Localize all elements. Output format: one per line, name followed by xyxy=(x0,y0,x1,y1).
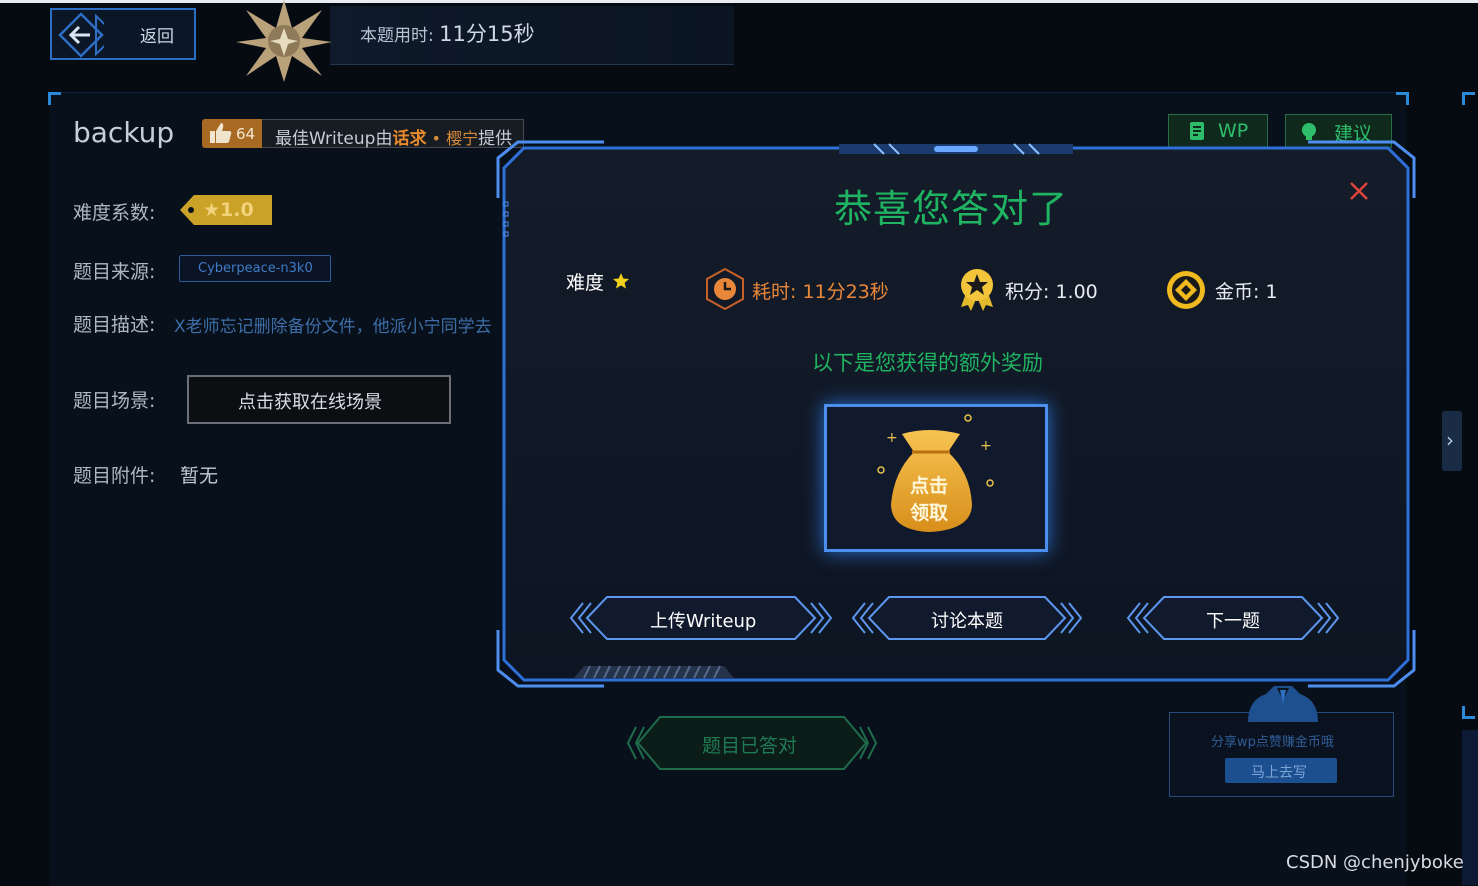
writeup-sep: • xyxy=(426,129,447,148)
svg-text:+: + xyxy=(886,430,898,446)
frame-corner xyxy=(1462,706,1475,719)
timer-label: 本题用时: xyxy=(360,26,440,46)
close-icon[interactable] xyxy=(1348,180,1370,202)
svg-text:+: + xyxy=(980,438,992,454)
writeup-team: 话求 xyxy=(392,129,427,149)
write-now-label[interactable]: 马上去写 xyxy=(1251,762,1307,782)
difficulty-label: 难度系数: xyxy=(73,202,156,224)
watermark: CSDN @chenjyboke xyxy=(1286,852,1464,873)
difficulty-value: ★1.0 xyxy=(203,199,254,221)
side-image xyxy=(1462,730,1478,885)
claim-text-line2: 领取 xyxy=(909,502,948,524)
star-icon xyxy=(613,273,629,289)
claim-text-line1: 点击 xyxy=(909,475,948,497)
writeup-prefix: 最佳Writeup由 xyxy=(275,129,393,149)
time-spent: 耗时: 11分23秒 xyxy=(752,281,889,303)
thumbs-up-icon xyxy=(210,123,232,143)
problem-title: backup xyxy=(73,116,175,149)
answered-label: 题目已答对 xyxy=(702,735,798,757)
share-text: 分享wp点赞赚金币哦 xyxy=(1211,735,1334,750)
next-problem-label[interactable]: 下一题 xyxy=(1206,607,1260,633)
top-border xyxy=(0,0,1478,3)
back-label[interactable]: 返回 xyxy=(140,22,174,47)
modal-difficulty-label: 难度 xyxy=(566,272,605,294)
timer-text: 本题用时: 11分15秒 xyxy=(360,18,535,48)
frame-corner xyxy=(1396,92,1409,105)
source-value: Cyberpeace-n3k0 xyxy=(198,261,313,276)
attachment-value: 暂无 xyxy=(180,465,219,487)
clock-icon xyxy=(706,267,744,311)
frame-corner xyxy=(1462,92,1475,105)
get-scene-label[interactable]: 点击获取在线场景 xyxy=(238,388,382,414)
source-label: 题目来源: xyxy=(73,261,156,283)
extra-reward-title: 以下是您获得的额外奖励 xyxy=(812,351,1043,375)
upload-writeup-label[interactable]: 上传Writeup xyxy=(650,607,756,633)
coins: 金币: 1 xyxy=(1215,281,1278,303)
medal-icon xyxy=(961,269,993,311)
back-arrow-icon[interactable] xyxy=(58,12,104,58)
like-count: 64 xyxy=(236,125,256,143)
share-card xyxy=(1169,712,1394,797)
writeup-user: 樱宁 xyxy=(446,129,479,148)
discuss-label[interactable]: 讨论本题 xyxy=(931,607,1003,633)
description-label: 题目描述: xyxy=(73,314,156,336)
compass-star-icon xyxy=(236,0,332,82)
frame-corner xyxy=(48,92,61,105)
scene-label: 题目场景: xyxy=(73,390,156,412)
score: 积分: 1.00 xyxy=(1005,281,1098,303)
attachment-label: 题目附件: xyxy=(73,465,156,487)
chevron-right-icon[interactable]: › xyxy=(1446,428,1454,452)
description-value: X老师忘记删除备份文件，他派小宁同学去 xyxy=(174,317,492,337)
timer-value: 11分15秒 xyxy=(439,22,535,46)
gold-coin-icon xyxy=(1167,271,1205,309)
best-writeup-text[interactable]: 最佳Writeup由话求 • 樱宁提供 xyxy=(275,124,512,149)
modal-title: 恭喜您答对了 xyxy=(834,187,1069,231)
claim-reward-text[interactable]: 点击 领取 xyxy=(907,473,951,527)
